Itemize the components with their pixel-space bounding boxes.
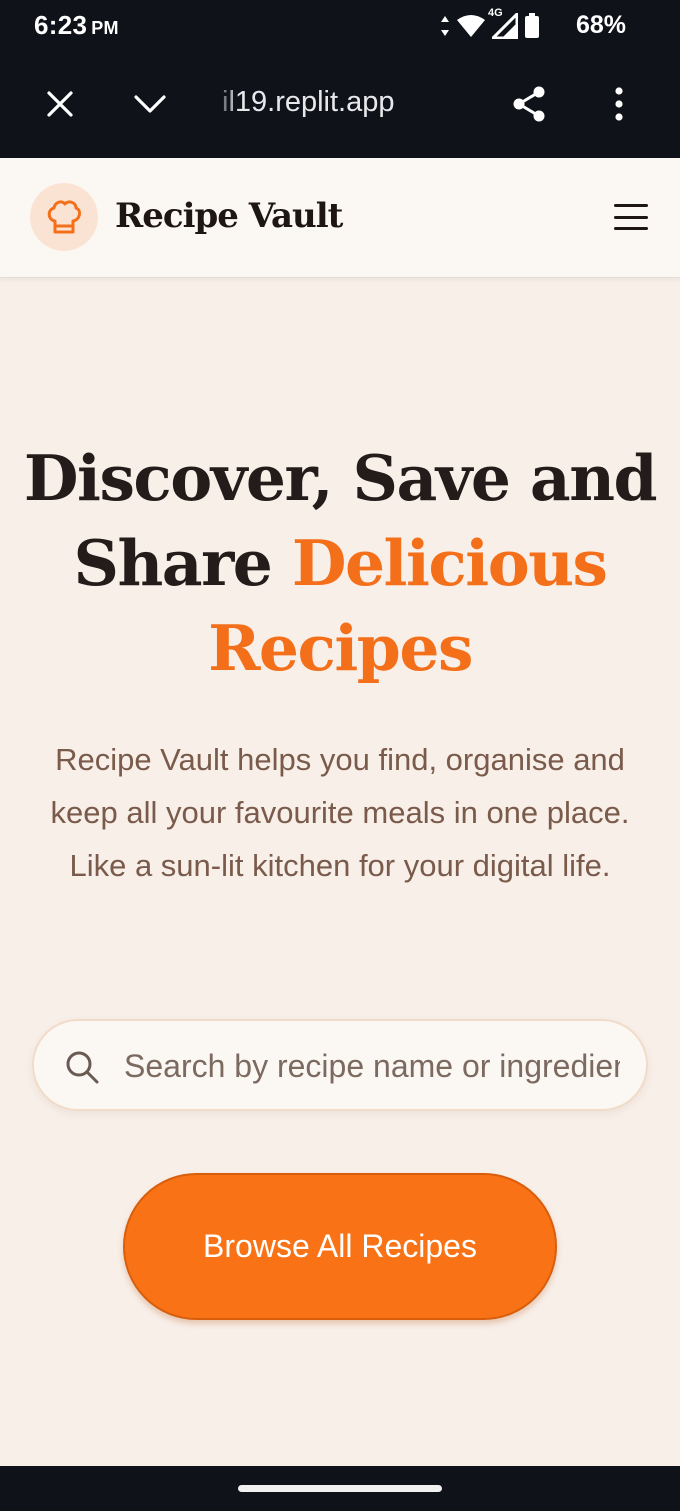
- hero-subtitle: Recipe Vault helps you find, organise an…: [50, 742, 630, 883]
- url-fade: [210, 82, 240, 126]
- browser-toolbar: il19.replit.app: [0, 52, 680, 158]
- hamburger-menu-button[interactable]: [614, 200, 648, 234]
- brand-name[interactable]: Recipe Vault: [115, 196, 343, 236]
- app-header: Recipe Vault: [0, 158, 680, 278]
- battery-percent: 68%: [575, 11, 626, 39]
- share-button[interactable]: [507, 82, 551, 126]
- logo[interactable]: [30, 183, 98, 251]
- url-display[interactable]: il19.replit.app: [222, 86, 395, 119]
- status-clock: 6:23: [34, 10, 88, 40]
- search-input[interactable]: [124, 1041, 620, 1091]
- share-icon: [513, 86, 545, 122]
- search-icon: [66, 1051, 99, 1084]
- system-nav-bar: [0, 1466, 680, 1511]
- more-vert-icon: [615, 87, 623, 121]
- browse-all-recipes-button[interactable]: Browse All Recipes: [123, 1173, 557, 1320]
- status-bar: 6:23 PM 4G 68%: [0, 0, 680, 52]
- data-arrows-icon: [441, 16, 449, 36]
- hero-title-line1: Discover, Save and: [23, 441, 658, 515]
- home-gesture-handle[interactable]: [238, 1485, 442, 1492]
- search-bar[interactable]: [32, 1019, 648, 1111]
- chevron-down-icon: [134, 95, 166, 113]
- menu-line: [614, 215, 648, 219]
- hero-title-part2: Share: [73, 526, 292, 600]
- wifi-icon: [457, 15, 485, 37]
- hero-title: Discover, Save and Share Delicious Recip…: [0, 436, 680, 691]
- signal-icon: [492, 13, 518, 39]
- signal-indicator: 4G: [488, 7, 518, 39]
- menu-line: [614, 204, 648, 207]
- battery-icon: [525, 13, 539, 38]
- chef-hat-icon: [47, 200, 82, 234]
- more-options-button[interactable]: [597, 82, 641, 126]
- expand-toolbar-button[interactable]: [128, 82, 172, 126]
- status-time: 6:23 PM: [34, 10, 119, 41]
- close-tab-button[interactable]: [38, 82, 82, 126]
- status-ampm: PM: [91, 18, 119, 38]
- menu-line: [614, 227, 648, 230]
- close-icon: [47, 91, 73, 117]
- status-icons: 4G: [440, 7, 540, 40]
